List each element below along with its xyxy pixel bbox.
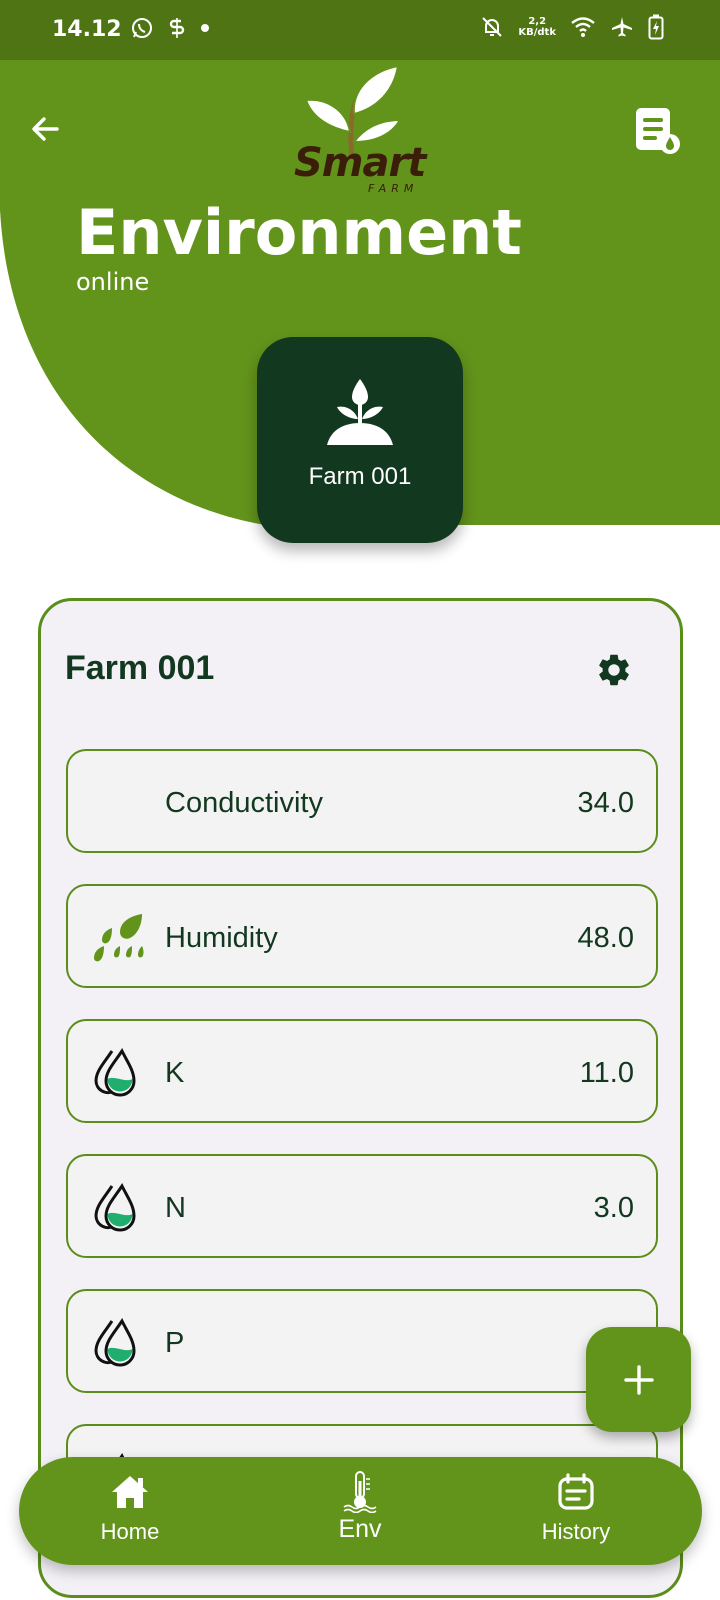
farm-tile-label: Farm 001 xyxy=(308,463,412,490)
battery-charging-icon xyxy=(648,14,664,40)
status-time: 14.12 xyxy=(52,17,122,42)
nav-env[interactable]: Env xyxy=(280,1457,440,1565)
report-button[interactable] xyxy=(630,104,684,158)
calendar-history-icon xyxy=(558,1473,594,1510)
wifi-icon xyxy=(571,17,595,37)
sensor-label: Humidity xyxy=(165,922,278,954)
card-title: Farm 001 xyxy=(65,649,215,687)
sensor-label: K xyxy=(165,1057,185,1089)
nav-env-label: Env xyxy=(338,1515,382,1543)
nutrient-drops-icon xyxy=(90,1047,146,1099)
sensor-value: 3.0 xyxy=(593,1192,634,1224)
status-bar: 14.12 2,2 KB/dtk xyxy=(0,0,720,60)
farm-card: Farm 001 Conductivity 34.0 Humidity 48.0 xyxy=(38,598,683,1598)
sensor-label: N xyxy=(165,1192,186,1224)
muted-bell-icon xyxy=(482,17,503,37)
whatsapp-icon xyxy=(132,18,152,38)
sensor-row-k[interactable]: K 11.0 xyxy=(66,1019,658,1123)
airplane-mode-icon xyxy=(612,17,632,37)
sensor-label: P xyxy=(165,1327,185,1359)
sensor-value: 48.0 xyxy=(577,922,634,954)
nav-history[interactable]: History xyxy=(496,1457,656,1565)
conductivity-icon xyxy=(90,777,146,829)
page-title: Environment xyxy=(76,196,522,269)
connection-status: online xyxy=(76,268,150,296)
net-speed-value: 2,2 xyxy=(528,16,547,27)
humidity-drops-icon xyxy=(90,912,146,964)
sensor-row-p[interactable]: P 12 xyxy=(66,1289,658,1393)
sensor-value: 11.0 xyxy=(579,1057,634,1089)
home-icon xyxy=(112,1476,148,1508)
sensor-value: 34.0 xyxy=(577,787,634,819)
plant-sprout-icon xyxy=(327,379,393,445)
net-speed: 2,2 KB/dtk xyxy=(518,16,556,38)
notification-dot-icon xyxy=(201,24,209,32)
sensor-row-conductivity[interactable]: Conductivity 34.0 xyxy=(66,749,658,853)
farm-tile[interactable]: Farm 001 xyxy=(257,337,463,543)
arrow-left-icon xyxy=(32,117,59,141)
sensor-row-n[interactable]: N 3.0 xyxy=(66,1154,658,1258)
settings-button[interactable] xyxy=(592,648,636,692)
nav-home-label: Home xyxy=(100,1519,160,1544)
bottom-navigation: Home Env History xyxy=(19,1457,702,1565)
status-right-icons: 2,2 KB/dtk xyxy=(480,14,664,40)
sensor-label: Conductivity xyxy=(165,787,323,819)
nutrient-drops-icon xyxy=(90,1317,146,1369)
back-button[interactable] xyxy=(24,108,66,150)
nav-history-label: History xyxy=(541,1519,611,1544)
logo-word: Smart xyxy=(294,140,426,186)
thermometer-icon xyxy=(343,1471,377,1513)
smart-farm-logo: Smart FARM xyxy=(290,62,440,200)
sensor-row-humidity[interactable]: Humidity 48.0 xyxy=(66,884,658,988)
document-water-icon xyxy=(636,108,680,154)
app-s-icon xyxy=(169,18,185,38)
net-speed-unit: KB/dtk xyxy=(518,27,556,38)
nav-home[interactable]: Home xyxy=(50,1457,210,1565)
logo-subtext: FARM xyxy=(368,182,419,195)
status-left-icons xyxy=(130,16,210,40)
plus-icon xyxy=(623,1364,654,1395)
add-button[interactable] xyxy=(586,1327,691,1432)
gear-icon xyxy=(599,654,629,686)
nutrient-drops-icon xyxy=(90,1182,146,1234)
